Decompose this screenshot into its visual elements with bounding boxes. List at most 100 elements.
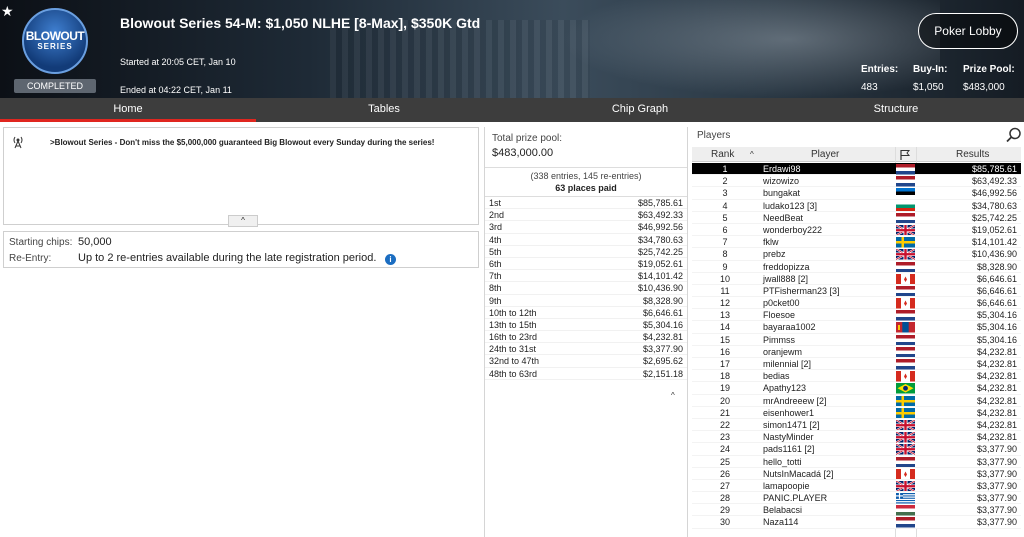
player-row[interactable]: 2 wizowizo $63,492.33 bbox=[692, 175, 1021, 188]
player-row[interactable]: 11 PTFisherman23 [3] $6,646.61 bbox=[692, 284, 1021, 298]
country-flag-icon-se bbox=[896, 237, 915, 248]
players-table-body: 1 Erdawi98 $85,785.61 2 wizowizo $63,492.33 3 b… bbox=[692, 163, 1021, 529]
country-flag-icon-nl bbox=[896, 334, 915, 346]
player-row[interactable]: 26 NutsInMacadá [2] $3,377.90 bbox=[692, 467, 1021, 480]
player-row[interactable]: 20 mrAndreeew [2] $4,232.81 bbox=[692, 394, 1021, 407]
payout-place: 3rd bbox=[489, 222, 503, 233]
collapse-news-button[interactable]: ^ bbox=[228, 215, 258, 227]
collapse-payout-button[interactable]: ^ bbox=[671, 391, 675, 400]
country-flag-icon-nl bbox=[896, 176, 915, 187]
column-rank[interactable]: Rank bbox=[711, 149, 734, 160]
player-name: hello_totti bbox=[763, 456, 802, 467]
player-row[interactable]: 27 lamapoopie $3,377.90 bbox=[692, 479, 1021, 493]
player-row[interactable]: 9 freddopizza $8,328.90 bbox=[692, 260, 1021, 273]
tab-tables[interactable]: Tables bbox=[256, 98, 512, 122]
star-icon[interactable]: ★ bbox=[1, 3, 14, 20]
payout-place: 16th to 23rd bbox=[489, 332, 538, 343]
player-name: fklw bbox=[763, 237, 779, 248]
player-row[interactable]: 4 ludako123 [3] $34,780.63 bbox=[692, 199, 1021, 212]
player-row[interactable]: 25 hello_totti $3,377.90 bbox=[692, 455, 1021, 468]
player-row[interactable]: 1 Erdawi98 $85,785.61 bbox=[692, 163, 1021, 176]
player-row[interactable]: 17 milennial [2] $4,232.81 bbox=[692, 358, 1021, 371]
player-name: ludako123 [3] bbox=[763, 200, 818, 211]
tab-structure[interactable]: Structure bbox=[768, 98, 1024, 122]
player-result: $85,785.61 bbox=[971, 164, 1017, 174]
player-rank: 21 bbox=[720, 407, 731, 418]
news-panel: >Blowout Series - Don't miss the $5,000,… bbox=[3, 127, 479, 225]
player-name: bungakat bbox=[763, 188, 801, 199]
player-name: NeedBeat bbox=[763, 212, 804, 223]
player-row[interactable]: 12 p0cket00 $6,646.61 bbox=[692, 297, 1021, 310]
info-icon[interactable]: i bbox=[385, 254, 396, 265]
country-flag-icon-nl bbox=[896, 261, 915, 272]
payout-place: 1st bbox=[489, 198, 502, 208]
player-name: simon1471 [2] bbox=[763, 419, 820, 430]
country-flag-icon-uk bbox=[896, 249, 915, 260]
player-name: Belabacsi bbox=[763, 505, 803, 516]
status-badge: COMPLETED bbox=[14, 79, 96, 93]
player-result: $4,232.81 bbox=[976, 419, 1017, 430]
flag-column-icon[interactable] bbox=[899, 149, 911, 160]
player-name: jwall888 [2] bbox=[763, 273, 809, 284]
player-row[interactable]: 16 oranjewm $4,232.81 bbox=[692, 345, 1021, 358]
column-results[interactable]: Results bbox=[956, 149, 989, 160]
player-row[interactable]: 13 Floesoe $5,304.16 bbox=[692, 309, 1021, 322]
payout-row: 7th $14,101.42 bbox=[485, 270, 687, 283]
player-row[interactable]: 21 eisenhower1 $4,232.81 bbox=[692, 406, 1021, 419]
tournament-title: Blowout Series 54-M: $1,050 NLHE [8-Max]… bbox=[120, 15, 481, 31]
sort-ascending-icon[interactable]: ^ bbox=[750, 150, 754, 159]
player-rank: 3 bbox=[722, 188, 728, 199]
prize-pool-label: Total prize pool: bbox=[492, 133, 563, 144]
player-row[interactable]: 30 Naza114 $3,377.90 bbox=[692, 516, 1021, 529]
player-result: $46,992.56 bbox=[971, 188, 1017, 199]
player-name: Apathy123 bbox=[763, 383, 807, 394]
player-result: $3,377.90 bbox=[976, 468, 1017, 479]
player-row[interactable]: 24 pads1161 [2] $3,377.90 bbox=[692, 443, 1021, 456]
payout-amount: $19,052.61 bbox=[637, 258, 683, 269]
player-rank: 13 bbox=[720, 310, 731, 321]
player-rank: 5 bbox=[722, 212, 728, 223]
player-row[interactable]: 8 prebz $10,436.90 bbox=[692, 248, 1021, 261]
payout-amount: $85,785.61 bbox=[637, 198, 683, 208]
player-row[interactable]: 5 NeedBeat $25,742.25 bbox=[692, 211, 1021, 224]
player-rank: 16 bbox=[720, 346, 731, 357]
poker-lobby-button[interactable]: Poker Lobby bbox=[918, 13, 1018, 49]
entries-value: 483 bbox=[861, 82, 878, 93]
player-row[interactable]: 6 wonderboy222 $19,052.61 bbox=[692, 223, 1021, 237]
player-result: $4,232.81 bbox=[976, 407, 1017, 418]
tab-chip-graph[interactable]: Chip Graph bbox=[512, 98, 768, 122]
player-row[interactable]: 19 Apathy123 $4,232.81 bbox=[692, 382, 1021, 395]
column-player[interactable]: Player bbox=[811, 149, 839, 160]
player-row[interactable]: 10 jwall888 [2] $6,646.61 bbox=[692, 272, 1021, 285]
player-row[interactable]: 7 fklw $14,101.42 bbox=[692, 236, 1021, 249]
payout-row: 13th to 15th $5,304.16 bbox=[485, 319, 687, 332]
payout-row: 5th $25,742.25 bbox=[485, 246, 687, 258]
player-result: $3,377.90 bbox=[976, 444, 1017, 455]
player-row[interactable]: 14 bayaraa1002 $5,304.16 bbox=[692, 321, 1021, 334]
player-row[interactable]: 18 bedias $4,232.81 bbox=[692, 370, 1021, 383]
player-rank: 28 bbox=[720, 493, 731, 504]
player-name: wonderboy222 bbox=[763, 224, 823, 235]
player-row[interactable]: 23 NastyMinder $4,232.81 bbox=[692, 431, 1021, 444]
search-icon[interactable] bbox=[1006, 127, 1022, 143]
player-row[interactable]: 15 Pimmss $5,304.16 bbox=[692, 333, 1021, 346]
player-row[interactable]: 29 Belabacsi $3,377.90 bbox=[692, 504, 1021, 517]
player-rank: 4 bbox=[722, 200, 728, 211]
payout-place: 2nd bbox=[489, 210, 505, 221]
payout-row: 48th to 63rd $2,151.18 bbox=[485, 368, 687, 380]
player-rank: 26 bbox=[720, 468, 731, 479]
player-name: milennial [2] bbox=[763, 359, 812, 369]
tab-home[interactable]: Home bbox=[0, 98, 256, 122]
header-background-city bbox=[330, 20, 590, 98]
player-rank: 27 bbox=[720, 480, 731, 491]
payout-amount: $46,992.56 bbox=[637, 222, 683, 233]
players-label: Players bbox=[697, 130, 731, 141]
player-row[interactable]: 22 simon1471 [2] $4,232.81 bbox=[692, 418, 1021, 432]
player-rank: 10 bbox=[720, 273, 731, 284]
player-row[interactable]: 28 PANIC.PLAYER $3,377.90 bbox=[692, 492, 1021, 505]
country-flag-icon-ca bbox=[896, 468, 915, 480]
player-row[interactable]: 3 bungakat $46,992.56 bbox=[692, 187, 1021, 200]
country-flag-icon-uk bbox=[896, 480, 915, 492]
player-name: wizowizo bbox=[763, 176, 800, 187]
payout-amount: $6,646.61 bbox=[642, 307, 683, 318]
